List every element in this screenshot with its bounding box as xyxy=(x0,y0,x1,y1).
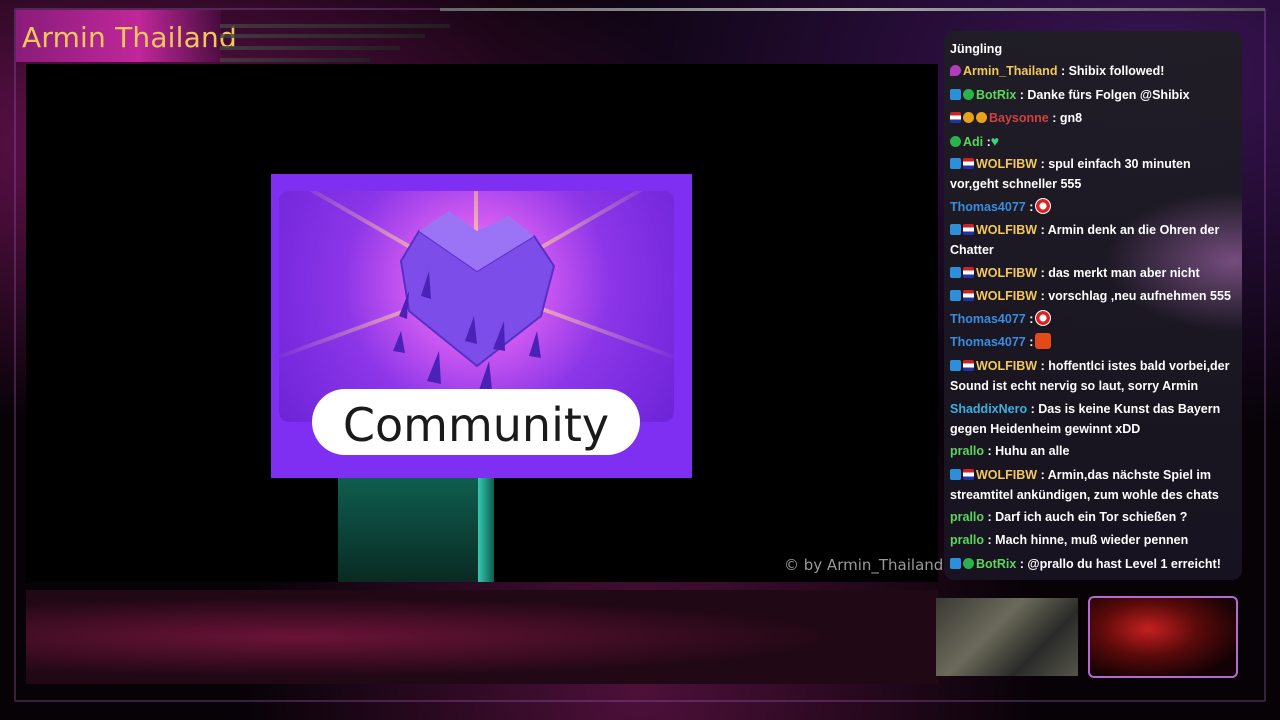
chat-text: : Shibix followed! xyxy=(1057,64,1165,78)
chat-message: WOLFIBW : Armin,das nächste Spiel im str… xyxy=(950,466,1238,505)
chat-username[interactable]: Adi xyxy=(963,135,983,149)
chat-username[interactable]: prallo xyxy=(950,444,984,458)
bottom-decor-strip xyxy=(26,590,938,684)
chat-message: prallo : Huhu an alle xyxy=(950,442,1238,462)
chat-message: ShaddixNero : Das is keine Kunst das Bay… xyxy=(950,400,1238,439)
top-decor-line xyxy=(440,8,1265,11)
webcam-secondary xyxy=(1088,596,1238,678)
chat-username[interactable]: BotRix xyxy=(976,88,1016,102)
chat-text: : gn8 xyxy=(1048,111,1083,125)
chat-username[interactable]: WOLFIBW xyxy=(976,157,1037,171)
prime-badge-icon xyxy=(950,89,961,100)
chat-message: WOLFIBW : vorschlag ,neu aufnehmen 555 xyxy=(950,287,1238,307)
chat-message: Baysonne : gn8 xyxy=(950,109,1238,129)
chat-text: Jüngling xyxy=(950,42,1003,56)
chat-panel: Jüngling Armin_Thailand : Shibix followed… xyxy=(944,31,1242,580)
chat-message: WOLFIBW : Armin denk an die Ohren der Ch… xyxy=(950,221,1238,260)
chat-message: BotRix : @prallo du hast Level 1 erreich… xyxy=(950,555,1238,575)
flag-badge-icon xyxy=(963,360,974,371)
community-sign-art xyxy=(279,191,674,422)
chat-text: : vorschlag ,neu aufnehmen 555 xyxy=(1037,289,1231,303)
prime-badge-icon xyxy=(950,290,961,301)
chat-text: : Huhu an alle xyxy=(984,444,1070,458)
chat-message: WOLFIBW : spul einfach 30 minuten vor,ge… xyxy=(950,155,1238,194)
community-label: Community xyxy=(342,398,610,452)
sign-post xyxy=(338,478,494,582)
chat-username[interactable]: prallo xyxy=(950,533,984,547)
hype-emote-icon xyxy=(1035,333,1052,349)
decor-bar xyxy=(220,46,400,50)
chat-text: : xyxy=(983,135,991,149)
chat-username[interactable]: WOLFIBW xyxy=(976,468,1037,482)
copyright-watermark: © by Armin_Thailand xyxy=(784,556,944,574)
chat-text: : xyxy=(1025,335,1034,349)
prime-badge-icon xyxy=(950,360,961,371)
gold-badge-icon xyxy=(976,112,987,123)
chat-message: Thomas4077 : xyxy=(950,310,1238,330)
decor-bar xyxy=(220,34,425,38)
crying-heart-icon xyxy=(393,211,556,399)
chat-username[interactable]: Baysonne xyxy=(989,111,1049,125)
decor-bar xyxy=(220,58,370,62)
flag-badge-icon xyxy=(963,290,974,301)
check-badge-icon xyxy=(963,558,974,569)
stream-title: Armin Thailand xyxy=(22,21,237,54)
check-badge-icon xyxy=(963,89,974,100)
chat-username[interactable]: prallo xyxy=(950,510,984,524)
chat-text: : das merkt man aber nicht xyxy=(1037,266,1200,280)
chat-text: : @prallo du hast Level 1 erreicht! xyxy=(1016,557,1221,571)
chat-message: WOLFIBW : hoffentlci istes bald vorbei,d… xyxy=(950,357,1238,396)
chat-text: : Darf ich auch ein Tor schießen ? xyxy=(984,510,1188,524)
gold-badge-icon xyxy=(963,112,974,123)
chat-text: : xyxy=(1025,312,1034,326)
chat-username[interactable]: WOLFIBW xyxy=(976,359,1037,373)
fc-bayern-emote-icon xyxy=(1035,310,1052,326)
chat-message: BotRix : Danke fürs Folgen @Shibix xyxy=(950,86,1238,106)
prime-badge-icon xyxy=(950,469,961,480)
flag-badge-icon xyxy=(963,158,974,169)
prime-badge-icon xyxy=(950,224,961,235)
flag-badge-icon xyxy=(950,112,961,123)
chat-username[interactable]: Thomas4077 xyxy=(950,200,1026,214)
chat-text: : Danke fürs Folgen @Shibix xyxy=(1016,88,1190,102)
chat-message: Adi :♥ xyxy=(950,132,1238,153)
flag-badge-icon xyxy=(963,267,974,278)
webcam-room xyxy=(936,598,1078,676)
chat-username[interactable]: WOLFIBW xyxy=(976,266,1037,280)
chat-text: : xyxy=(1025,200,1034,214)
fc-bayern-emote-icon xyxy=(1035,198,1052,214)
chat-username[interactable]: Armin_Thailand xyxy=(963,64,1057,78)
chat-message: prallo : Mach hinne, muß wieder pennen xyxy=(950,531,1238,551)
chat-message: Jüngling xyxy=(950,40,1238,60)
chat-username[interactable]: BotRix xyxy=(976,557,1016,571)
chat-message: prallo : Darf ich auch ein Tor schießen … xyxy=(950,508,1238,528)
chat-username[interactable]: WOLFIBW xyxy=(976,289,1037,303)
flag-badge-icon xyxy=(963,469,974,480)
chat-message: Armin_Thailand : Shibix followed! xyxy=(950,62,1238,82)
chat-username[interactable]: ShaddixNero xyxy=(950,402,1027,416)
green-heart-emote-icon: ♥ xyxy=(990,133,1000,149)
chat-username[interactable]: Thomas4077 xyxy=(950,335,1026,349)
chat-text: : Mach hinne, muß wieder pennen xyxy=(984,533,1189,547)
decor-bar xyxy=(220,24,450,28)
check-badge-icon xyxy=(950,136,961,147)
chat-message: Thomas4077 : xyxy=(950,198,1238,218)
flag-badge-icon xyxy=(963,224,974,235)
chat-username[interactable]: WOLFIBW xyxy=(976,223,1037,237)
prime-badge-icon xyxy=(950,558,961,569)
chat-username[interactable]: Thomas4077 xyxy=(950,312,1026,326)
sign-post-edge xyxy=(478,478,494,582)
chat-message: Thomas4077 : xyxy=(950,333,1238,353)
chat-message: WOLFIBW : das merkt man aber nicht xyxy=(950,264,1238,284)
prime-badge-icon xyxy=(950,267,961,278)
prime-badge-icon xyxy=(950,158,961,169)
sub-badge-icon xyxy=(950,65,961,76)
